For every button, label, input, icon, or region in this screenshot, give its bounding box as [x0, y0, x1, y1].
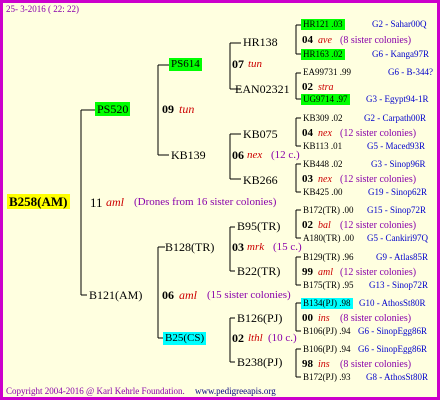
copyright: Copyright 2004-2016 @ Karl Kehrle Founda… [6, 386, 185, 396]
gg-dss-sire-origin: G15 - Sinop72R [367, 205, 427, 215]
dds-queen: B126(PJ) [237, 311, 283, 325]
gg-sds-sire: KB309 .02 [303, 113, 343, 123]
dam-year: 06 [162, 288, 174, 302]
gg-ddd-dam: B172(PJ) .93 [303, 372, 351, 382]
sire-year: 09 [162, 102, 174, 116]
site-link[interactable]: www.pedigreeapis.org [195, 387, 276, 396]
gg-dds-sire: B134(PJ) .98 [301, 298, 353, 309]
sire-queen: PS520 [95, 102, 131, 116]
gg-dds-breed: ins [318, 313, 330, 324]
gg-dss-dam-origin: G5 - Cankiri97Q [367, 233, 428, 243]
gg-sss-dam: HR163 .02 [301, 49, 345, 60]
root-note: (Drones from 16 sister colonies) [134, 196, 277, 208]
gg-sss-dam-origin: G6 - Kanga97R [372, 49, 429, 59]
gg-ssd-sire: EA99731 .99 [303, 67, 351, 77]
ds-breed: mrk [247, 241, 265, 253]
gg-sds-dam-origin: G5 - Maced93R [367, 141, 425, 151]
gg-ssd-breed: stra [318, 82, 334, 93]
gg-sss-note: (8 sister colonies) [340, 35, 412, 46]
gg-dds-sire-origin: G10 - AthosSt80R [359, 298, 426, 308]
gg-dss-year: 02 [302, 219, 313, 231]
gg-dsd-breed: aml [318, 267, 333, 278]
dss-queen: B95(TR) [237, 219, 281, 233]
gg-dss-note: (12 sister colonies) [340, 220, 417, 231]
gg-sdd-breed: nex [318, 174, 332, 185]
dd-note: (10 c.) [268, 332, 297, 344]
ds-note: (15 c.) [273, 241, 302, 253]
ds-year: 03 [232, 240, 244, 254]
gg-dsd-dam: B175(TR) .95 [303, 280, 354, 290]
gg-sdd-note: (12 sister colonies) [340, 174, 417, 185]
gg-sdd-dam-origin: G19 - Sinop62R [368, 187, 428, 197]
gg-dds-note: (8 sister colonies) [340, 313, 412, 324]
gg-ssd-year: 02 [302, 81, 313, 93]
gg-dss-dam: A180(TR) .00 [303, 233, 354, 243]
sd-note: (12 c.) [271, 149, 300, 161]
ddd-queen: B238(PJ) [237, 355, 283, 369]
gg-sdd-sire-origin: G3 - Sinop96R [371, 159, 426, 169]
gg-ddd-year: 98 [302, 358, 313, 370]
root-queen: B258(AM) [7, 194, 70, 209]
gg-ddd-sire: B106(PJ) .94 [303, 344, 351, 354]
gg-sdd-year: 03 [302, 173, 313, 185]
gg-sds-note: (12 sister colonies) [340, 128, 417, 139]
gg-ddd-note: (8 sister colonies) [340, 359, 412, 370]
sdd-queen: KB266 [243, 173, 278, 187]
dd-queen: B25(CS) [163, 332, 207, 345]
gg-ddd-dam-origin: G8 - AthosSt80R [366, 372, 429, 382]
gg-dsd-sire-origin: G9 - Atlas85R [376, 252, 429, 262]
gg-dsd-sire: B129(TR) .96 [303, 252, 354, 262]
gg-dds-dam-origin: G6 - SinopEgg86R [358, 326, 428, 336]
dam-queen: B121(AM) [89, 288, 143, 302]
ssd-queen: EAN02321 [235, 82, 290, 96]
gg-sss-sire-origin: G2 - Sahar00Q [372, 19, 427, 29]
gg-dsd-note: (12 sister colonies) [340, 267, 417, 278]
gg-sdd-dam: KB425 .00 [303, 187, 343, 197]
dd-breed: lthl [248, 332, 263, 344]
gg-sds-sire-origin: G2 - Carpath00R [364, 113, 426, 123]
ds-queen: B128(TR) [165, 240, 215, 254]
gg-sss-breed: ave [318, 35, 332, 46]
gg-sdd-sire: KB448 .02 [303, 159, 343, 169]
gg-ddd-sire-origin: G6 - SinopEgg86R [358, 344, 428, 354]
gg-ssd-sire-origin: G6 - B-344? [388, 67, 433, 77]
root-gen: 11 [90, 195, 103, 210]
gg-dds-year: 00 [302, 312, 313, 324]
sd-queen: KB139 [171, 148, 206, 162]
gg-dsd-year: 99 [302, 266, 313, 278]
gg-ddd-breed: ins [318, 359, 330, 370]
gg-dsd-dam-origin: G13 - Sinop72R [369, 280, 429, 290]
gg-dds-dam: B106(PJ) .94 [303, 326, 351, 336]
gg-sds-dam: KB113 .01 [303, 141, 343, 151]
gg-ssd-dam-origin: G3 - Egypt94-1R [366, 94, 429, 104]
gg-dss-sire: B172(TR) .00 [303, 205, 354, 215]
ss-year: 07 [232, 57, 244, 71]
date-stamp: 25- 3-2016 ( 22: 22) [6, 4, 79, 14]
sds-queen: KB075 [243, 127, 278, 141]
sd-year: 06 [232, 148, 244, 162]
dsd-queen: B22(TR) [237, 264, 281, 278]
gg-dss-breed: bal [318, 220, 331, 231]
sire-breed: tun [179, 102, 195, 116]
dam-note: (15 sister colonies) [207, 289, 291, 301]
gg-sss-sire: HR121 .03 [301, 19, 345, 30]
ss-queen: PS614 [169, 58, 202, 71]
pedigree-frame: 25- 3-2016 ( 22: 22) Copyright 2004-2016… [0, 0, 440, 400]
gg-sss-year: 04 [302, 34, 313, 46]
gg-sds-breed: nex [318, 128, 332, 139]
sss-queen: HR138 [243, 35, 278, 49]
sd-breed: nex [247, 149, 263, 161]
dam-breed: aml [179, 288, 197, 302]
gg-sds-year: 04 [302, 127, 313, 139]
root-breed: aml [106, 195, 124, 209]
gg-ssd-dam: UG9714 .97 [301, 94, 350, 105]
dd-year: 02 [232, 331, 244, 345]
ss-breed: tun [248, 58, 263, 70]
